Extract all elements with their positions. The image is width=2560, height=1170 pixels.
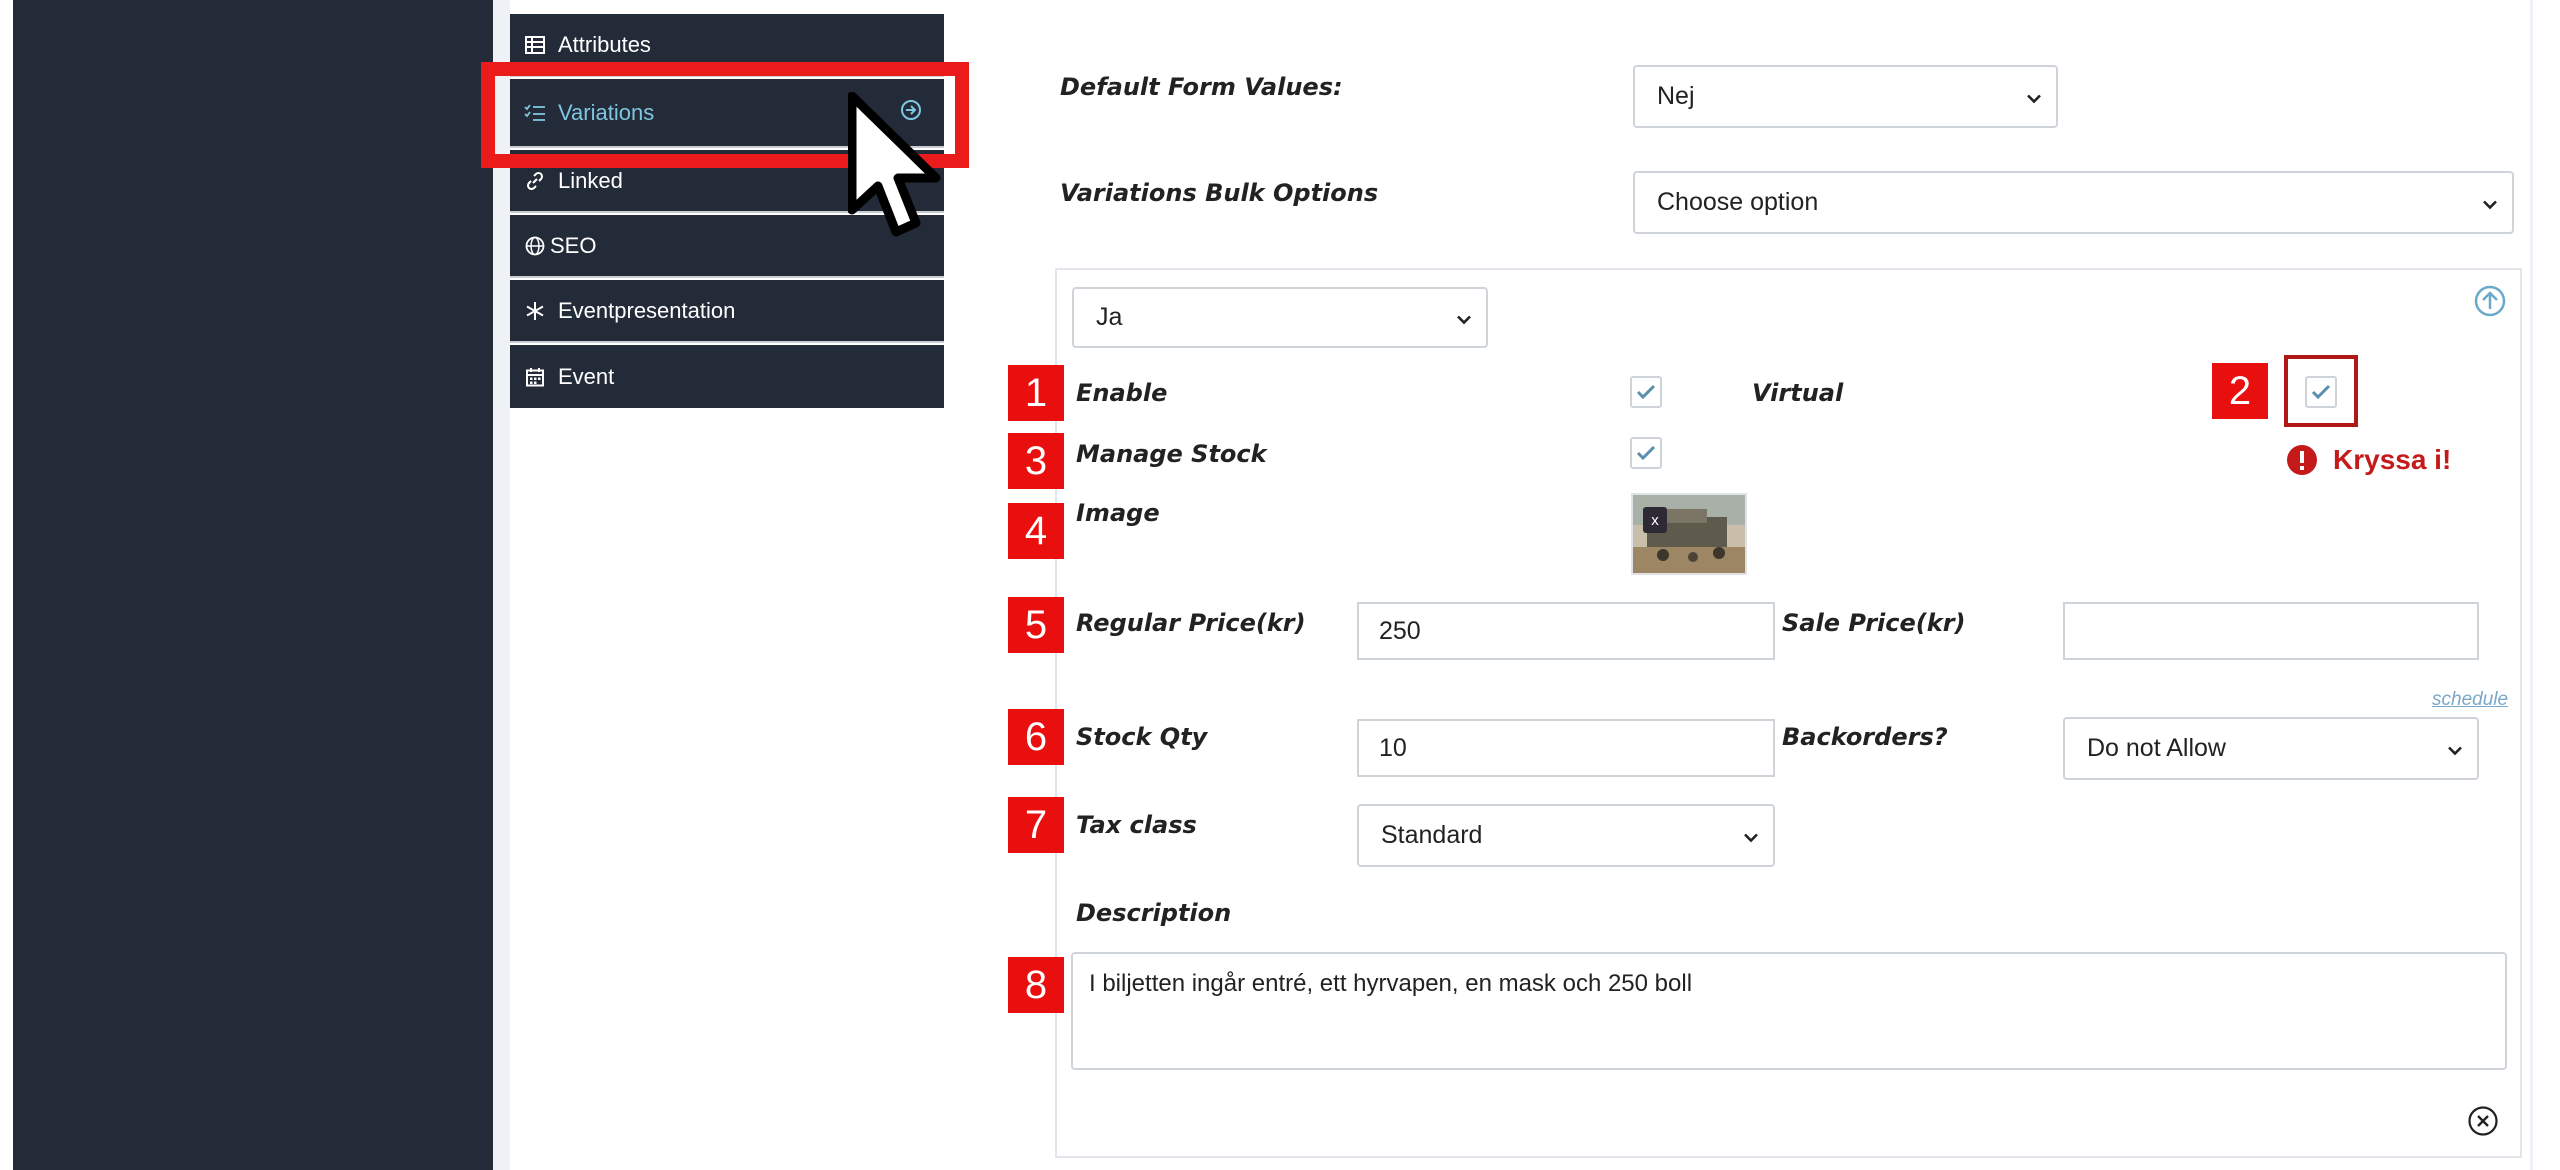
variation-attribute-select[interactable]: Ja <box>1072 287 1488 348</box>
annotation-badge-6: 6 <box>1008 709 1064 765</box>
right-gutter <box>2533 0 2560 1170</box>
description-textarea[interactable]: I biljetten ingår entré, ett hyrvapen, e… <box>1071 952 2507 1070</box>
description-value: I biljetten ingår entré, ett hyrvapen, e… <box>1089 970 1693 997</box>
annotation-badge-8: 8 <box>1008 957 1064 1013</box>
backorders-label: Backorders? <box>1782 723 1948 751</box>
menu-item-label: Linked <box>558 167 623 193</box>
menu-item-label: SEO <box>550 232 597 258</box>
globe-icon <box>524 235 546 257</box>
chevron-down-icon <box>2447 734 2463 763</box>
schedule-link[interactable]: schedule <box>2432 689 2508 711</box>
annotation-badge-3: 3 <box>1008 433 1064 489</box>
virtual-label: Virtual <box>1752 379 1844 407</box>
link-icon <box>524 170 546 192</box>
chevron-down-icon <box>1456 303 1472 332</box>
menu-item-eventpresentation[interactable]: Eventpresentation <box>510 280 944 343</box>
default-form-values-select[interactable]: Nej <box>1633 65 2058 128</box>
warning-text: Kryssa i! <box>2333 444 2452 475</box>
tax-class-label: Tax class <box>1076 811 1197 839</box>
menu-item-label: Attributes <box>558 31 651 57</box>
remove-variation-icon[interactable] <box>2467 1105 2499 1142</box>
chevron-down-icon <box>1743 821 1759 850</box>
manage-stock-label: Manage Stock <box>1076 440 1267 468</box>
calendar-icon <box>524 366 546 388</box>
mouse-cursor-icon <box>847 91 948 247</box>
annotation-badge-2: 2 <box>2212 363 2268 419</box>
regular-price-input[interactable]: 250 <box>1357 602 1775 660</box>
chevron-down-icon <box>2482 188 2498 217</box>
chevron-down-icon <box>2026 82 2042 111</box>
check-icon <box>2311 384 2331 400</box>
left-margin <box>0 0 13 1170</box>
sale-price-label: Sale Price(kr) <box>1782 609 1966 637</box>
virtual-checkbox[interactable] <box>2305 376 2337 408</box>
manage-stock-checkbox[interactable] <box>1630 437 1662 469</box>
admin-sidebar <box>13 0 493 1170</box>
annotation-badge-7: 7 <box>1008 797 1064 853</box>
default-form-values-label: Default Form Values: <box>1060 73 1343 101</box>
backorders-select[interactable]: Do not Allow <box>2063 717 2479 780</box>
menu-item-event[interactable]: Event <box>510 345 944 408</box>
regular-price-value: 250 <box>1379 616 1421 645</box>
check-icon <box>1636 445 1656 461</box>
stock-qty-value: 10 <box>1379 733 1407 762</box>
stock-qty-input[interactable]: 10 <box>1357 719 1775 777</box>
menu-item-label: Eventpresentation <box>558 297 736 323</box>
stock-qty-label: Stock Qty <box>1076 723 1208 751</box>
tax-class-selected: Standard <box>1381 821 1483 849</box>
regular-price-label: Regular Price(kr) <box>1076 609 1306 637</box>
annotation-badge-1: 1 <box>1008 365 1064 421</box>
snowflake-icon <box>524 300 546 322</box>
variation-attribute-selected: Ja <box>1096 303 1123 331</box>
remove-image-button[interactable]: x <box>1643 507 1667 533</box>
bulk-options-selected: Choose option <box>1657 188 1819 216</box>
sale-price-input[interactable] <box>2063 602 2479 660</box>
enable-label: Enable <box>1076 379 1168 407</box>
variation-image-thumbnail[interactable]: x <box>1631 493 1747 575</box>
collapse-up-icon[interactable] <box>2473 284 2507 323</box>
menu-item-label: Event <box>558 363 615 389</box>
backorders-selected: Do not Allow <box>2087 734 2226 762</box>
enable-checkbox[interactable] <box>1630 376 1662 408</box>
description-label: Description <box>1076 899 1232 927</box>
annotation-badge-4: 4 <box>1008 503 1064 559</box>
bulk-options-label: Variations Bulk Options <box>1060 179 1379 207</box>
warning-icon <box>2286 444 2318 481</box>
image-label: Image <box>1076 499 1160 527</box>
tax-class-select[interactable]: Standard <box>1357 804 1775 867</box>
check-icon <box>1636 384 1656 400</box>
bulk-options-select[interactable]: Choose option <box>1633 171 2514 234</box>
table-icon <box>524 34 546 56</box>
annotation-badge-5: 5 <box>1008 597 1064 653</box>
default-form-values-selected: Nej <box>1657 82 1695 110</box>
